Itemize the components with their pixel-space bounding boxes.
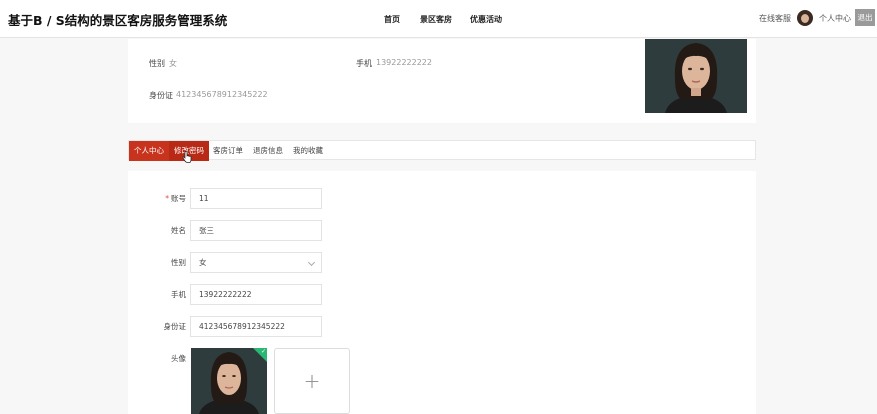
gender-label: 性别 — [171, 258, 186, 267]
avatar-label: 头像 — [171, 354, 186, 363]
nav-promotions[interactable]: 优惠活动 — [470, 14, 502, 25]
upload-avatar-button[interactable]: + — [274, 348, 350, 414]
tab-bar: 个人中心 修改密码 客房订单 退房信息 我的收藏 — [128, 140, 756, 161]
tab-personal-center[interactable]: 个人中心 — [129, 141, 169, 161]
profile-id-value: 412345678912345222 — [176, 90, 268, 99]
user-avatar[interactable] — [797, 10, 813, 26]
plus-icon: + — [303, 369, 321, 393]
id-card-label: 身份证 — [163, 322, 187, 331]
hand-cursor-icon — [182, 151, 192, 163]
avatar-thumbnail[interactable]: ✓ — [191, 348, 267, 414]
profile-photo — [645, 39, 747, 113]
account-label-text: 账号 — [171, 194, 186, 203]
required-mark: * — [165, 194, 169, 203]
profile-phone-label: 手机 — [356, 59, 372, 68]
user-center-link[interactable]: 个人中心 — [819, 13, 851, 24]
gender-select[interactable]: 女 — [190, 252, 322, 273]
id-card-input[interactable] — [190, 316, 322, 337]
profile-phone-value: 13922222222 — [376, 58, 432, 67]
portrait-image — [645, 39, 747, 113]
account-input[interactable] — [190, 188, 322, 209]
online-service-link[interactable]: 在线客服 — [759, 13, 791, 24]
profile-id-label: 身份证 — [149, 91, 173, 100]
chevron-down-icon — [307, 258, 316, 267]
phone-label: 手机 — [171, 290, 186, 299]
name-input[interactable] — [190, 220, 322, 241]
profile-gender-value: 女 — [169, 59, 177, 68]
phone-input[interactable] — [190, 284, 322, 305]
name-label: 姓名 — [171, 226, 186, 235]
account-label: * 账号 — [128, 193, 186, 204]
profile-gender-label: 性别 — [149, 59, 165, 68]
logout-button[interactable]: 退出 — [855, 9, 875, 26]
nav-scenic-rooms[interactable]: 景区客房 — [420, 14, 452, 25]
site-title: 基于B / S结构的景区客房服务管理系统 — [8, 13, 228, 28]
nav-home[interactable]: 首页 — [384, 14, 400, 25]
top-navbar: 基于B / S结构的景区客房服务管理系统 首页 景区客房 优惠活动 在线客服 个… — [0, 0, 877, 38]
page: 基于B / S结构的景区客房服务管理系统 首页 景区客房 优惠活动 在线客服 个… — [0, 0, 877, 414]
tab-room-orders[interactable]: 客房订单 — [213, 141, 243, 161]
check-icon: ✓ — [260, 348, 266, 355]
tab-checkout-info[interactable]: 退房信息 — [253, 141, 283, 161]
gender-select-value: 女 — [199, 258, 207, 267]
tab-my-favorites[interactable]: 我的收藏 — [293, 141, 323, 161]
